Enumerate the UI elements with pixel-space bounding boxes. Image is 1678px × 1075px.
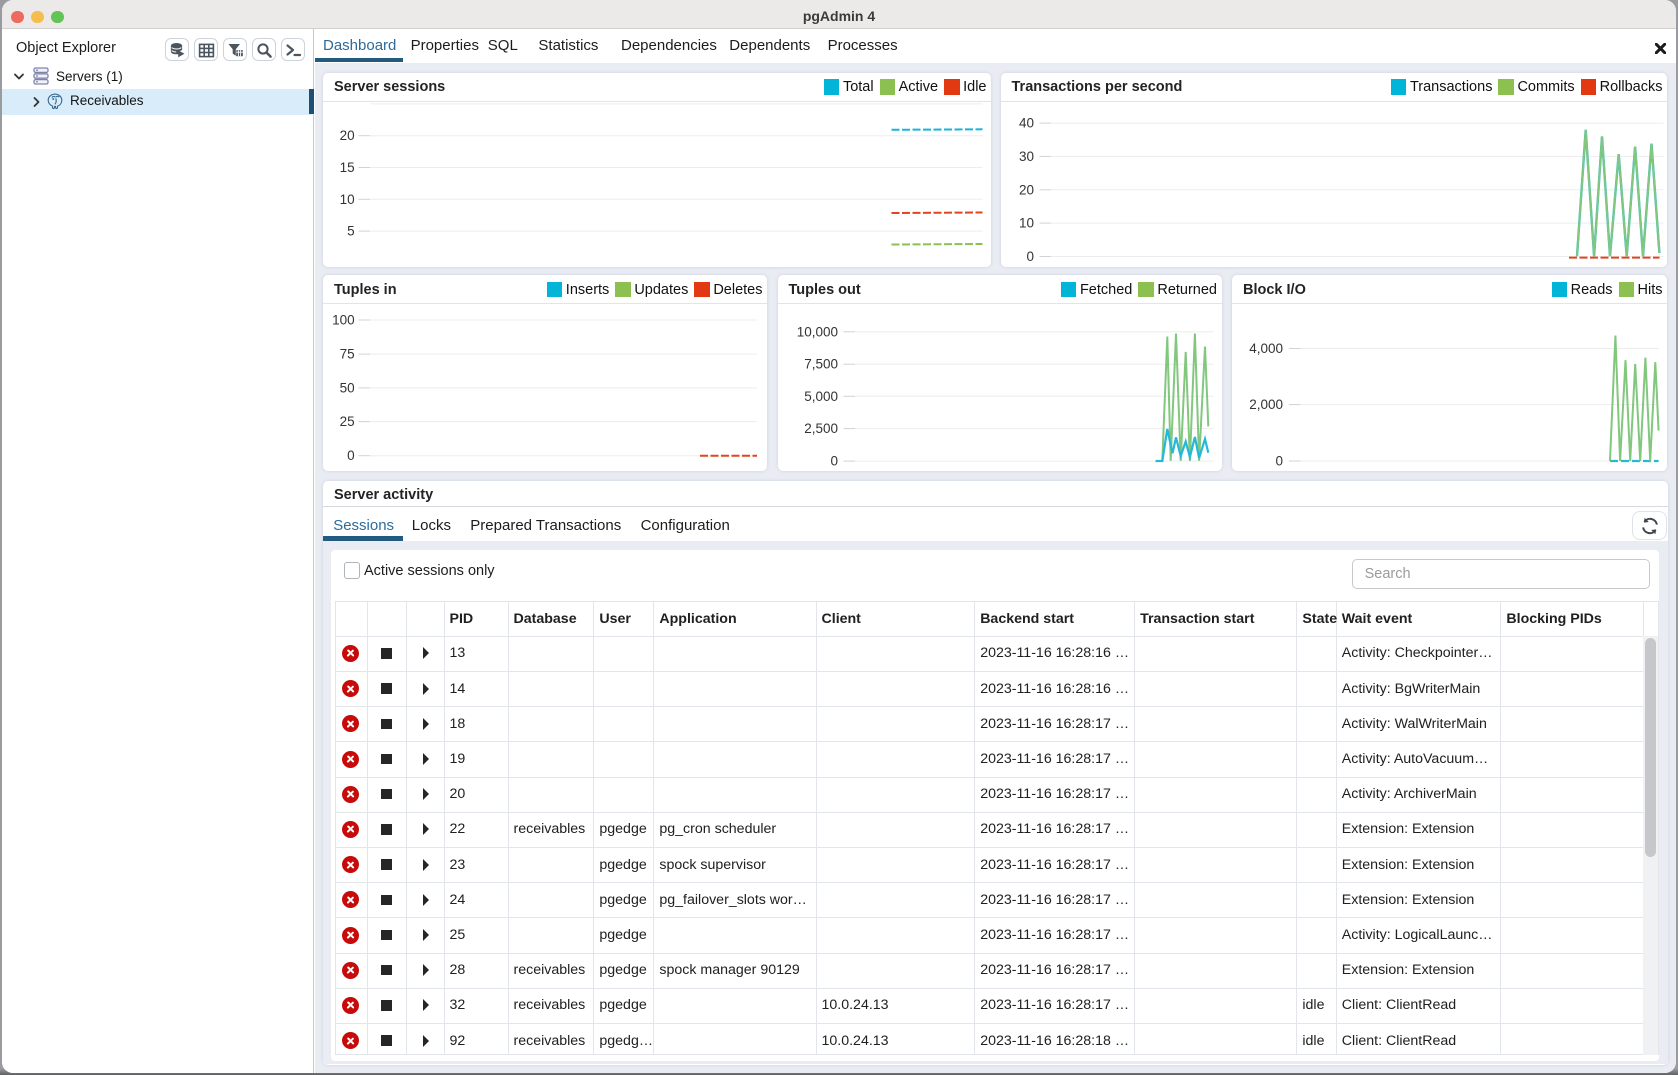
- svg-text:0: 0: [1275, 454, 1283, 469]
- svg-text:0: 0: [347, 448, 355, 463]
- svg-text:75: 75: [340, 347, 355, 362]
- svg-text:0: 0: [830, 454, 838, 469]
- svg-text:5: 5: [347, 223, 355, 238]
- svg-text:7,500: 7,500: [804, 357, 838, 372]
- svg-text:10: 10: [340, 191, 355, 206]
- svg-text:2,000: 2,000: [1249, 397, 1283, 412]
- svg-text:4,000: 4,000: [1249, 341, 1283, 356]
- svg-text:100: 100: [332, 313, 355, 328]
- svg-text:25: 25: [340, 414, 355, 429]
- svg-text:15: 15: [340, 160, 355, 175]
- svg-text:20: 20: [1018, 182, 1033, 197]
- svg-text:10: 10: [1018, 215, 1033, 230]
- svg-text:30: 30: [1018, 148, 1033, 163]
- svg-text:40: 40: [1018, 115, 1033, 130]
- svg-text:0: 0: [1026, 249, 1034, 264]
- svg-text:50: 50: [340, 380, 355, 395]
- svg-text:5,000: 5,000: [804, 389, 838, 404]
- svg-text:20: 20: [340, 128, 355, 143]
- svg-text:10,000: 10,000: [796, 324, 837, 339]
- svg-text:2,500: 2,500: [804, 421, 838, 436]
